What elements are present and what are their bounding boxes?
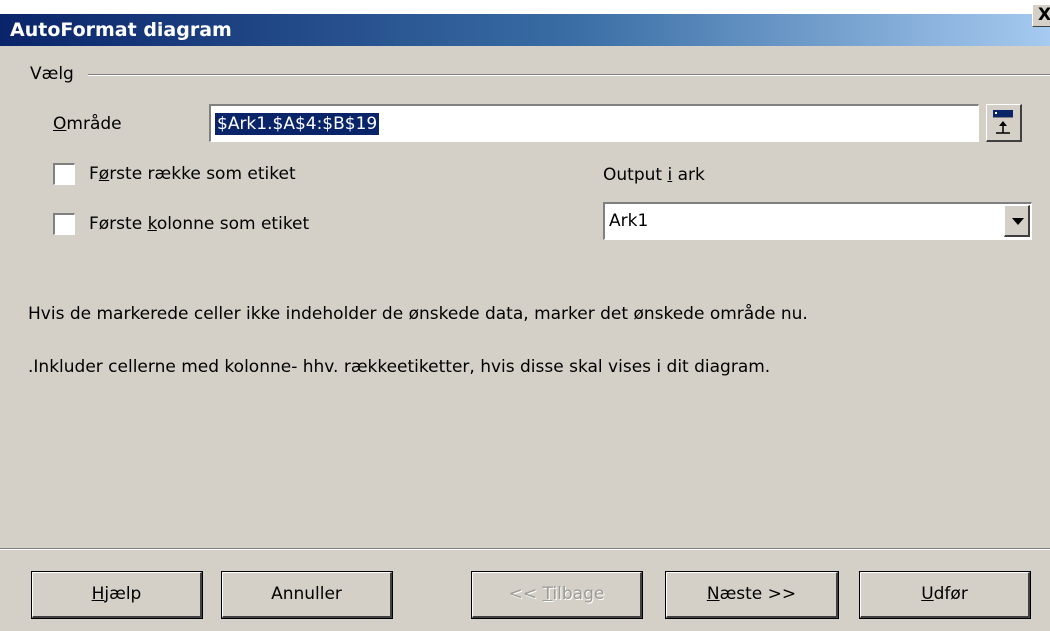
first-row-checkbox[interactable] (53, 163, 75, 185)
shrink-icon (993, 110, 1013, 134)
finish-button[interactable]: Udfør (859, 571, 1031, 619)
first-row-label: Første række som etiket (89, 164, 296, 184)
first-col-label: Første kolonne som etiket (89, 214, 310, 234)
close-button[interactable]: X (1032, 4, 1050, 27)
info-text-2: .Inkluder cellerne med kolonne- hhv. ræk… (28, 357, 771, 377)
back-button[interactable]: << Tilbage (471, 571, 643, 619)
range-input[interactable]: $Ark1.$A$4:$B$19 (209, 104, 979, 142)
close-icon: X (1038, 5, 1050, 25)
next-button[interactable]: Næste >> (665, 571, 839, 619)
range-value: $Ark1.$A$4:$B$19 (215, 113, 380, 135)
output-sheet-value: Ark1 (609, 211, 649, 231)
title-bar: AutoFormat diagram (0, 0, 1050, 46)
help-button[interactable]: Hjælp (31, 571, 203, 619)
footer-divider (0, 548, 1050, 550)
first-col-checkbox-row[interactable]: Første kolonne som etiket (53, 213, 309, 235)
cancel-button[interactable]: Annuller (221, 571, 393, 619)
output-sheet-select[interactable]: Ark1 (603, 202, 1032, 240)
first-row-checkbox-row[interactable]: Første række som etiket (53, 163, 296, 185)
first-col-checkbox[interactable] (53, 213, 75, 235)
group-label: Vælg (30, 64, 74, 84)
window-title: AutoFormat diagram (10, 19, 232, 41)
info-text-1: Hvis de markerede celler ikke indeholder… (28, 304, 808, 324)
chevron-down-icon[interactable] (1004, 205, 1030, 237)
output-label: Output i ark (603, 165, 705, 185)
group-divider (88, 74, 1050, 76)
range-label: Område (53, 114, 122, 134)
shrink-button[interactable] (986, 104, 1022, 142)
